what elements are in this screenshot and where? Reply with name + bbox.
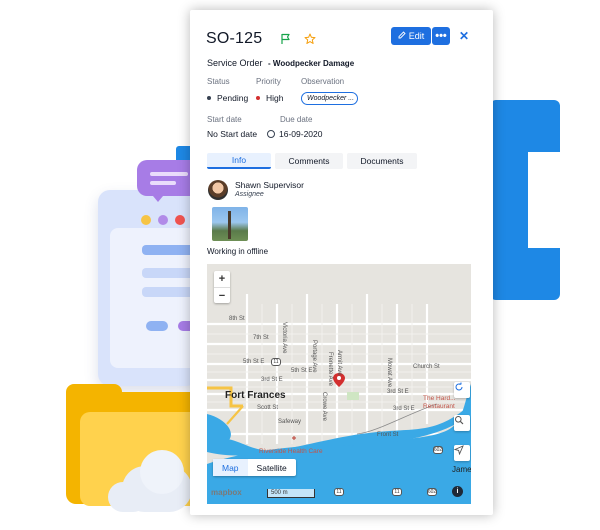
route-shield: 11: [334, 488, 344, 496]
tab-info[interactable]: Info: [207, 153, 271, 169]
satellite-view-button[interactable]: Satellite: [248, 459, 296, 476]
map-poi-label: Safeway: [278, 419, 302, 425]
map-edge-label: Jame: [452, 465, 471, 474]
window-dot-yellow: [141, 215, 151, 225]
priority-value-text: High: [266, 93, 284, 103]
assignee-name: Shawn Supervisor: [235, 180, 304, 190]
tab-comments[interactable]: Comments: [275, 153, 343, 169]
illustration-pill: [146, 321, 168, 331]
priority-dot: [256, 96, 260, 100]
map-street-label: 3rd St E: [261, 377, 283, 383]
map-street-label: 8th St: [229, 316, 245, 322]
map-street-label: Portage Ave: [311, 340, 317, 373]
route-shield: 11: [392, 488, 402, 496]
map-info-button[interactable]: i: [452, 486, 463, 497]
route-shield: 11: [271, 358, 281, 366]
locate-button[interactable]: [454, 445, 470, 461]
reset-view-button[interactable]: [454, 382, 470, 398]
zoom-in-button[interactable]: +: [214, 271, 230, 287]
close-button[interactable]: ✕: [455, 27, 473, 45]
order-id-title: SO-125: [206, 30, 263, 47]
edit-button[interactable]: Edit: [391, 27, 431, 45]
utility-pole-image: [228, 211, 231, 239]
route-shield: 602: [433, 446, 443, 454]
map-street-label: Scott St: [257, 405, 279, 411]
map-street-label: 3rd St E: [387, 389, 409, 395]
route-shield: 602: [427, 488, 437, 496]
start-date-value: No Start date: [207, 129, 258, 139]
edit-button-label: Edit: [408, 31, 425, 41]
chat-bubble-tail: [148, 190, 168, 202]
due-date-value: 16-09-2020: [267, 129, 322, 139]
start-date-label: Start date: [207, 115, 242, 124]
attachment-thumbnail[interactable]: [212, 207, 248, 241]
order-name: - Woodpecker Damage: [268, 59, 355, 68]
bracket-cutout: [528, 152, 600, 248]
order-type: Service Order: [207, 58, 263, 68]
edit-icon: [398, 31, 406, 41]
map-street-label: 3rd St E: [393, 406, 415, 412]
tab-documents[interactable]: Documents: [347, 153, 417, 169]
zoom-out-button[interactable]: −: [214, 287, 230, 303]
window-dot-red: [175, 215, 185, 225]
map-type-toggle: Map Satellite: [213, 459, 296, 476]
order-subtitle: Service Order - Woodpecker Damage: [207, 58, 354, 68]
map-street-label: Frenette Ave: [327, 352, 333, 386]
due-date-text: 16-09-2020: [279, 129, 323, 139]
clock-icon: [267, 130, 275, 138]
map-street-label: 5th St E: [243, 359, 265, 365]
status-dot: [207, 96, 211, 100]
location-map[interactable]: + − 8th St 7th St 5th St E 5th St E 3rd …: [207, 264, 471, 504]
map-view-button[interactable]: Map: [213, 459, 248, 476]
observation-chip[interactable]: Woodpecker ...: [301, 92, 358, 105]
service-order-panel: SO-125 Edit ••• ✕ Service Order - Woodpe…: [190, 10, 493, 515]
window-dot-purple: [158, 215, 168, 225]
map-street-label: Church St: [413, 364, 440, 370]
star-icon[interactable]: [302, 31, 318, 47]
map-street-label: Victoria Ave: [281, 322, 287, 354]
map-poi-label: Riverside Health Care: [259, 448, 323, 455]
chat-line: [150, 181, 176, 185]
map-street-label: 5th St E: [291, 368, 313, 374]
more-options-button[interactable]: •••: [432, 27, 450, 45]
search-area-button[interactable]: [454, 415, 470, 431]
flag-icon[interactable]: [278, 31, 294, 47]
status-value-text: Pending: [217, 93, 249, 103]
mapbox-logo[interactable]: mapbox: [211, 488, 242, 497]
chat-line: [150, 172, 188, 176]
map-street-label: Mowat Ave: [386, 358, 392, 388]
map-street-label: 7th St: [253, 335, 269, 341]
map-city-label: Fort Frances: [225, 390, 286, 401]
priority-value: High: [256, 93, 283, 103]
map-scale-bar: 500 m: [267, 489, 315, 498]
cloud-illustration: [108, 482, 148, 512]
map-street-label: Crowe Ave: [321, 392, 327, 421]
assignee-role: Assignee: [235, 191, 264, 198]
map-street-label: Front St: [377, 432, 399, 438]
due-date-label: Due date: [280, 115, 313, 124]
attachment-caption: Working in offline: [207, 247, 269, 256]
cloud-illustration: [140, 450, 184, 494]
observation-label: Observation: [301, 77, 345, 86]
detail-tabs: Info Comments Documents: [207, 153, 417, 169]
zoom-control: + −: [214, 271, 230, 303]
map-street-label: Armit Ave: [336, 350, 342, 376]
status-value: Pending: [207, 93, 248, 103]
avatar: [208, 180, 228, 200]
priority-label: Priority: [256, 77, 281, 86]
status-label: Status: [207, 77, 230, 86]
